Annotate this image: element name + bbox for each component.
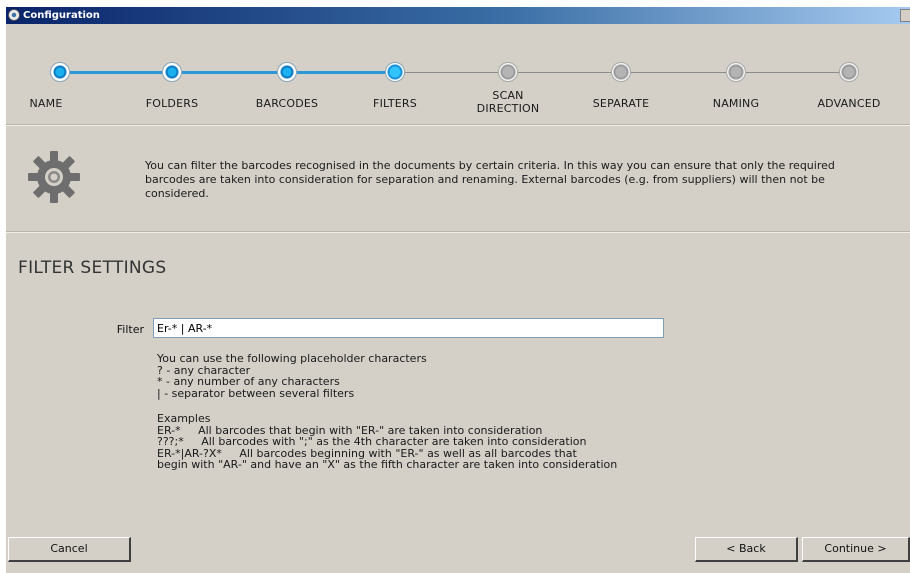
continue-button[interactable]: Continue > (802, 537, 910, 562)
step-dot-separate[interactable] (611, 62, 631, 82)
info-description: You can filter the barcodes recognised i… (145, 159, 835, 200)
step-connector (70, 71, 162, 74)
gear-icon (28, 151, 80, 203)
title-bar[interactable]: Configuration (6, 7, 910, 24)
cancel-button[interactable]: Cancel (8, 537, 131, 562)
back-button[interactable]: < Back (695, 537, 798, 562)
filter-input[interactable] (153, 318, 664, 338)
window-title: Configuration (23, 10, 100, 21)
filter-label: Filter (116, 323, 144, 336)
configuration-window: Configuration NAME FOLDERS BARCODES FILT… (6, 7, 910, 573)
step-dot-barcodes[interactable] (277, 62, 297, 82)
placeholder-line: * - any number of any characters (157, 375, 340, 388)
examples-title: Examples (157, 412, 211, 425)
divider (6, 232, 910, 233)
example-line: begin with "AR-" and have an "X" as the … (157, 458, 618, 471)
step-label-filters[interactable]: FILTERS (340, 97, 450, 110)
step-connector (405, 72, 498, 73)
step-dot-name[interactable] (50, 62, 70, 82)
step-connector (746, 72, 842, 73)
step-connector (518, 72, 611, 73)
help-intro: You can use the following placeholder ch… (157, 352, 427, 365)
close-button[interactable] (900, 9, 910, 22)
step-dot-folders[interactable] (162, 62, 182, 82)
step-connector (182, 71, 277, 74)
step-label-separate[interactable]: SEPARATE (566, 97, 676, 110)
step-dot-naming[interactable] (726, 62, 746, 82)
step-label-barcodes[interactable]: BARCODES (232, 97, 342, 110)
step-dot-advanced[interactable] (839, 62, 859, 82)
step-label-naming[interactable]: NAMING (681, 97, 791, 110)
step-dot-scan-direction[interactable] (498, 62, 518, 82)
help-text: You can use the following placeholder ch… (157, 353, 757, 471)
example-line: ???;* All barcodes with ";" as the 4th c… (157, 435, 587, 448)
placeholder-line: | - separator between several filters (157, 386, 355, 400)
step-dot-filters[interactable] (385, 62, 405, 82)
wizard-steps: NAME FOLDERS BARCODES FILTERS SCAN DIREC… (6, 24, 910, 134)
step-label-advanced[interactable]: ADVANCED (794, 97, 904, 110)
section-title: FILTER SETTINGS (18, 258, 167, 278)
divider (6, 125, 910, 126)
step-label-name[interactable]: NAME (6, 97, 101, 110)
step-connector (297, 71, 385, 74)
step-label-scan-direction[interactable]: SCAN DIRECTION (453, 89, 563, 115)
step-connector (631, 72, 726, 73)
step-label-folders[interactable]: FOLDERS (117, 97, 227, 110)
app-icon (8, 9, 20, 21)
